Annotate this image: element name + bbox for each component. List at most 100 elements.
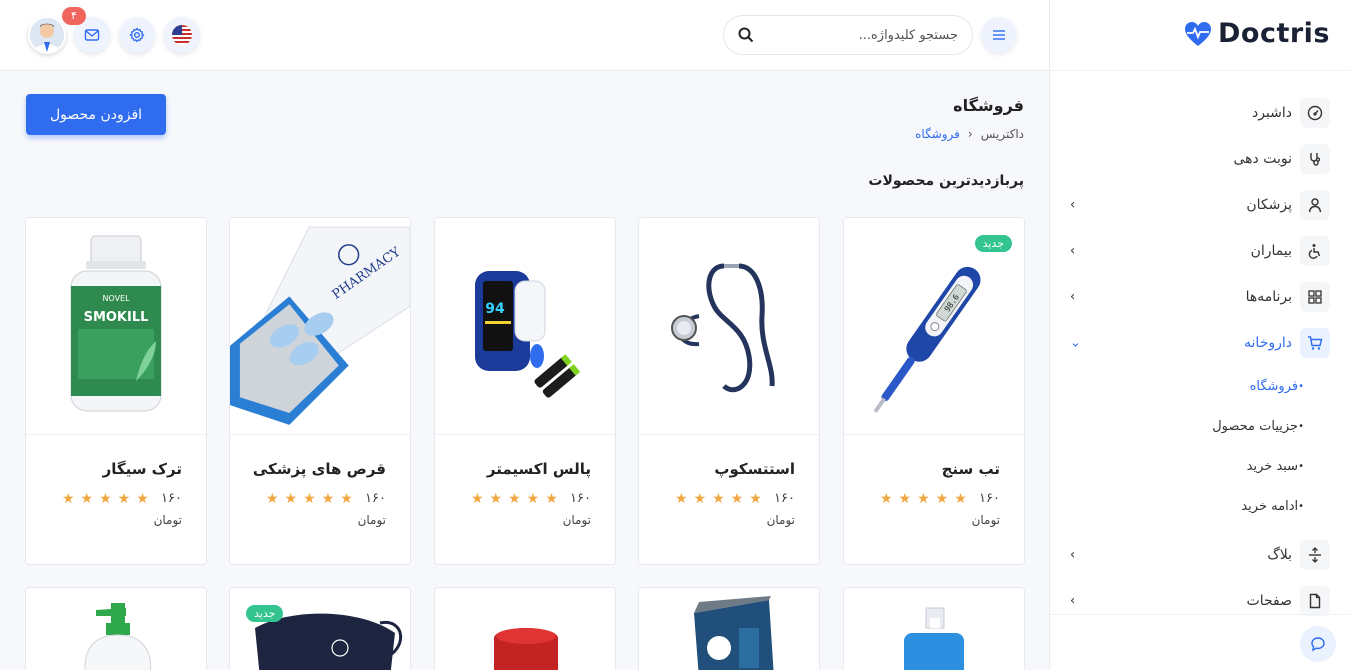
sidebar-subitem-product-details[interactable]: • جزییات محصول [1068,406,1330,446]
brand-name: Doctris [1217,18,1330,49]
product-rating: ★★★★★ [675,491,768,507]
bottle-brand: NOVEL [102,294,130,303]
chevron-left-icon: ‹ [1070,197,1076,213]
section-title: پربازدیدترین محصولات [868,173,1024,189]
sidebar-item-dashboard[interactable]: داشبرد [1068,90,1330,136]
sidebar-footer [1050,614,1350,615]
product-image[interactable]: 98.6 جدید [844,218,1024,435]
chevron-down-icon: ⌄ [1070,335,1081,351]
sidebar-item-label: بیماران [1250,243,1292,259]
product-rating: ★★★★★ [471,491,564,507]
product-rating: ★★★★★ [266,491,359,507]
search-icon[interactable] [738,27,754,43]
sidebar-subitem-cart[interactable]: • سبد خرید [1068,446,1330,486]
search-input[interactable] [754,27,958,43]
product-card[interactable]: 94 پالس اکسیمتر ۱۶۰ تومان ★★★★★ [434,217,616,565]
product-currency: تومان [357,513,386,527]
language-button[interactable] [164,17,200,53]
product-price: ۱۶۰ [161,491,182,506]
sidebar-subitem-checkout[interactable]: • ادامه خرید [1068,486,1330,526]
menu-toggle-button[interactable] [981,17,1017,53]
sidebar-item-label: داروخانه [1244,335,1292,351]
sidebar-item-pharmacy[interactable]: داروخانه ⌄ [1068,320,1330,366]
product-image[interactable]: PHARMACY [230,218,410,435]
sidebar-subitem-shop[interactable]: • فروشگاه [1068,366,1330,406]
cart-icon [1300,328,1330,358]
product-card[interactable]: PHARMACY قرص های پزشکی ۱۶۰ تومان ★★★★★ [229,217,411,565]
product-image[interactable]: NOVEL SMOKILL [26,218,206,435]
chevron-left-icon: ‹ [1070,289,1076,305]
avatar-image [30,18,64,52]
chevron-left-icon: ‹ [1070,243,1076,259]
user-avatar[interactable] [28,16,66,54]
sidebar-item-label: صفحات [1246,593,1292,609]
divider [1050,70,1350,71]
product-card[interactable]: NOVEL SMOKILL ترک سیگار ۱۶۰ تومان ★★★★★ [25,217,207,565]
bottle-label: SMOKILL [84,310,149,325]
sidebar-item-doctors[interactable]: پزشکان ‹ [1068,182,1330,228]
sidebar-item-apps[interactable]: برنامه‌ها ‹ [1068,274,1330,320]
mail-icon [84,29,100,41]
hamburger-icon [993,30,1005,40]
sidebar-item-label: پزشکان [1246,197,1292,213]
sidebar-item-appointments[interactable]: نوبت دهی [1068,136,1330,182]
product-name[interactable]: قرص های پزشکی [253,460,386,478]
product-currency: تومان [562,513,591,527]
top-header: ۴ [0,0,1049,71]
add-product-button[interactable]: افزودن محصول [26,94,166,135]
chevron-left-icon: ‹ [1070,593,1076,609]
pump-bottle-image [84,603,152,670]
stethoscope-image [671,263,775,393]
product-name[interactable]: تب سنج [942,460,1000,478]
breadcrumb-separator: › [967,127,973,141]
face-mask-image [255,613,403,670]
product-price: ۱۶۰ [570,491,591,506]
apps-grid-icon [1300,282,1330,312]
product-card[interactable]: استتسکوپ ۱۶۰ تومان ★★★★★ [638,217,820,565]
spray-bottle-image [904,607,964,670]
product-name[interactable]: ترک سیگار [103,460,182,478]
supplement-bottle-image: NOVEL SMOKILL [70,235,162,412]
brand-logo[interactable]: Doctris [1184,18,1330,49]
product-image[interactable]: 94 [435,218,615,435]
product-card[interactable]: جدید [229,587,411,670]
sidebar-item-label: داشبرد [1251,105,1292,121]
product-card[interactable] [434,587,616,670]
sidebar-item-patients[interactable]: بیماران ‹ [1068,228,1330,274]
gear-icon [129,27,145,43]
product-name[interactable]: پالس اکسیمتر [487,460,591,478]
product-price: ۱۶۰ [365,491,386,506]
product-currency: تومان [153,513,182,527]
chat-button[interactable] [1300,626,1336,662]
page-title: فروشگاه [953,96,1024,115]
breadcrumb-link[interactable]: داکتریس [981,127,1024,141]
box-product-image [694,596,774,670]
product-price: ۱۶۰ [774,491,795,506]
sidebar-item-pages[interactable]: صفحات ‹ [1068,578,1330,624]
settings-button[interactable] [119,17,155,53]
sidebar-subitem-label: جزییات محصول [1212,418,1299,434]
pills-box-image: PHARMACY [230,226,410,425]
sidebar-nav: داشبرد نوبت دهی پزشکان ‹ بیماران ‹ برنام… [1068,90,1330,624]
product-card[interactable] [638,587,820,670]
sidebar-item-label: بلاگ [1267,547,1292,563]
product-image[interactable] [639,218,819,435]
product-card[interactable] [843,587,1025,670]
search-box [723,15,973,55]
stethoscope-icon [1300,144,1330,174]
ointment-tin-image [494,628,558,670]
product-rating: ★★★★★ [62,491,155,507]
blog-icon [1300,540,1330,570]
product-name[interactable]: استتسکوپ [714,460,795,478]
bullet-icon: • [1298,380,1304,392]
sidebar-subitem-label: ادامه خرید [1241,498,1299,514]
product-rating: ★★★★★ [880,491,973,507]
sidebar-item-label: نوبت دهی [1233,151,1292,167]
sidebar-item-blog[interactable]: بلاگ ‹ [1068,532,1330,578]
bullet-icon: • [1298,460,1304,472]
bullet-icon: • [1298,500,1304,512]
heart-pulse-icon [1184,21,1211,46]
product-card[interactable] [25,587,207,670]
product-card[interactable]: 98.6 جدید تب سنج ۱۶۰ تومان ★★★★★ [843,217,1025,565]
sidebar-item-label: برنامه‌ها [1245,289,1292,305]
